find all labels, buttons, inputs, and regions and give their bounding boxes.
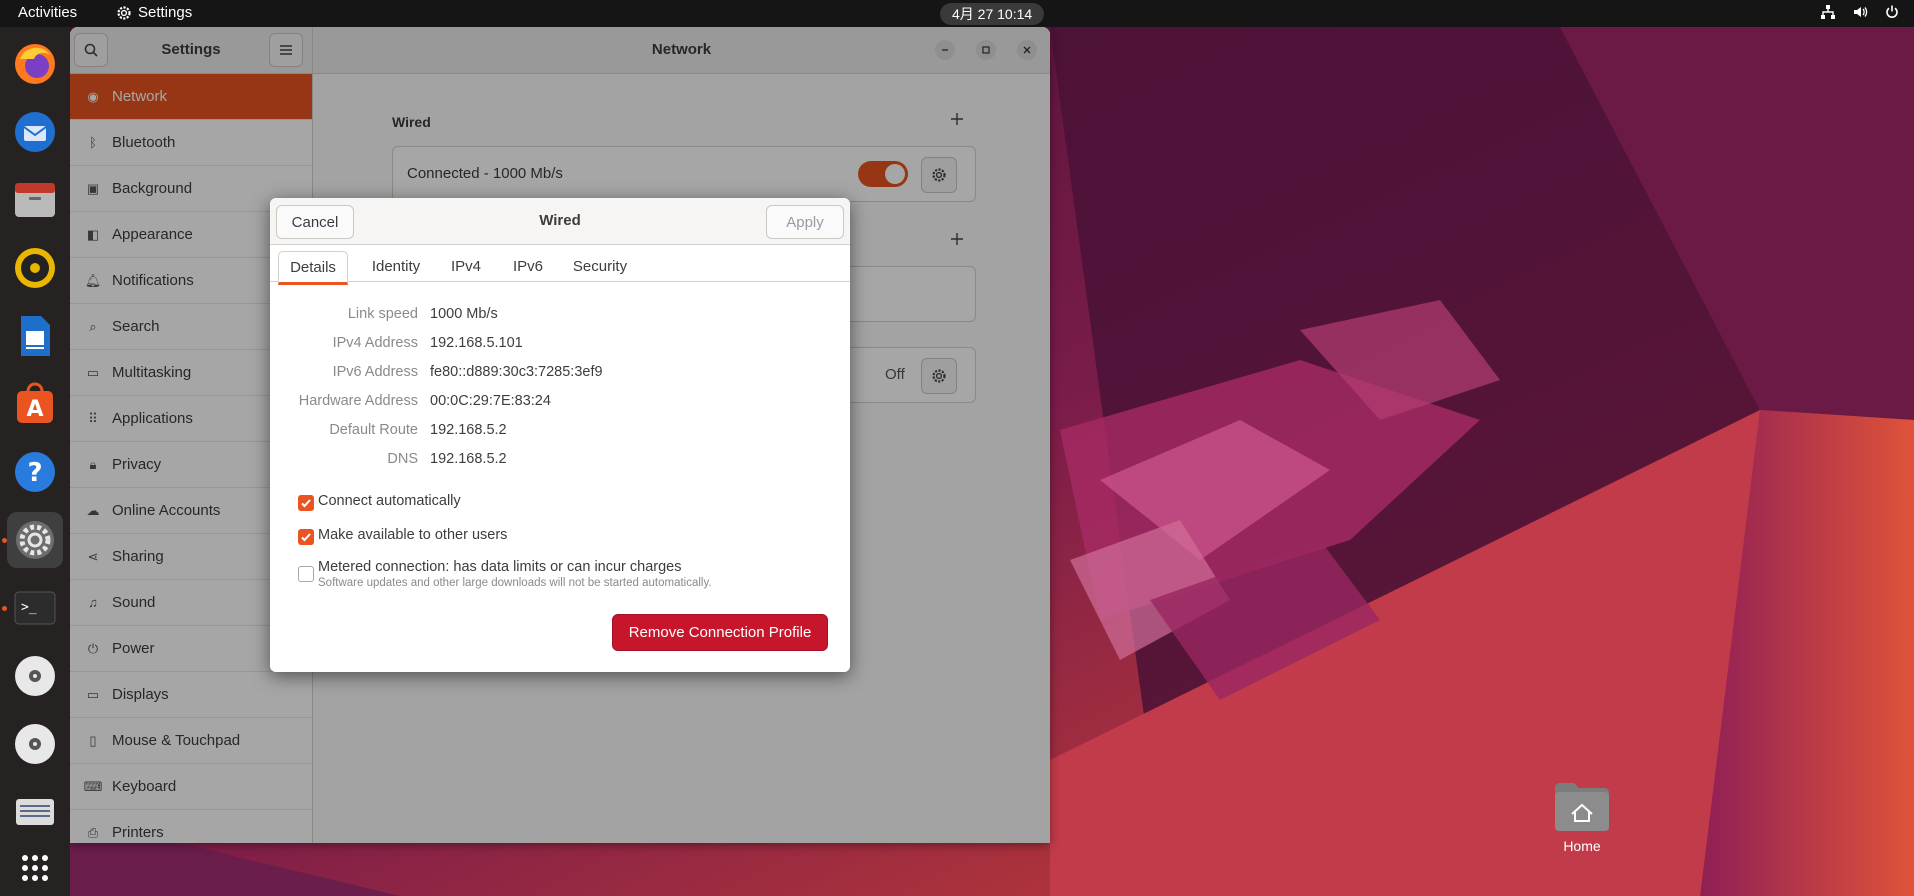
dialog-header: Cancel Wired Apply <box>270 198 850 245</box>
files-icon[interactable] <box>7 172 63 228</box>
detail-key: Default Route <box>329 422 418 438</box>
gear-icon <box>117 5 131 20</box>
disc-icon[interactable] <box>7 716 63 772</box>
connect-automatically-label[interactable]: Connect automatically <box>318 493 461 509</box>
detail-key: DNS <box>387 451 418 467</box>
detail-value: 00:0C:29:7E:83:24 <box>430 393 551 409</box>
make-available-label[interactable]: Make available to other users <box>318 527 507 543</box>
writer-icon[interactable] <box>7 308 63 364</box>
metered-checkbox[interactable] <box>298 566 314 582</box>
metered-label[interactable]: Metered connection: has data limits or c… <box>318 559 682 575</box>
drive-icon[interactable] <box>7 784 63 840</box>
dialog-tabs: Details Identity IPv4 IPv6 Security <box>270 245 850 285</box>
activities-button[interactable]: Activities <box>18 4 77 21</box>
detail-key: Link speed <box>347 306 418 322</box>
clock[interactable]: 4月 27 10:14 <box>940 3 1045 25</box>
detail-value: 192.168.5.101 <box>430 335 523 351</box>
connect-automatically-checkbox[interactable] <box>298 495 314 511</box>
svg-text:?: ? <box>27 458 42 488</box>
detail-value: 1000 Mb/s <box>430 306 498 322</box>
app-grid-icon[interactable] <box>7 840 63 896</box>
apply-button[interactable]: Apply <box>766 205 844 239</box>
app-name: Settings <box>138 4 193 21</box>
remove-connection-profile-button[interactable]: Remove Connection Profile <box>612 614 828 651</box>
detail-key: Hardware Address <box>298 393 418 409</box>
detail-dns: DNS 192.168.5.2 <box>270 451 850 471</box>
make-available-checkbox[interactable] <box>298 529 314 545</box>
detail-ipv6: IPv6 Address fe80::d889:30c3:7285:3ef9 <box>270 364 850 384</box>
disc-icon[interactable] <box>7 648 63 704</box>
running-indicator <box>2 538 7 543</box>
firefox-icon[interactable] <box>7 36 63 92</box>
detail-value: 192.168.5.2 <box>430 422 507 438</box>
detail-default-route: Default Route 192.168.5.2 <box>270 422 850 442</box>
volume-icon <box>1854 7 1868 17</box>
wired-dialog: Cancel Wired Apply Details Identity IPv4… <box>270 198 850 672</box>
software-icon[interactable]: A <box>7 376 63 432</box>
tab-ipv4[interactable]: IPv4 <box>442 251 490 281</box>
detail-hardware-address: Hardware Address 00:0C:29:7E:83:24 <box>270 393 850 413</box>
tab-details[interactable]: Details <box>278 251 348 285</box>
svg-text:>_: >_ <box>21 600 37 615</box>
detail-key: IPv4 Address <box>332 335 418 351</box>
top-bar: Activities Settings 4月 27 10:14 <box>0 0 1914 27</box>
svg-text:A: A <box>26 397 43 422</box>
system-tray[interactable] <box>1820 4 1900 20</box>
desktop-home-icon[interactable]: Home <box>1548 780 1616 854</box>
help-icon[interactable]: ? <box>7 444 63 500</box>
settings-icon[interactable] <box>7 512 63 568</box>
tab-identity[interactable]: Identity <box>360 251 432 281</box>
detail-ipv4: IPv4 Address 192.168.5.101 <box>270 335 850 355</box>
tab-ipv6[interactable]: IPv6 <box>504 251 552 281</box>
home-folder-icon <box>1555 783 1609 831</box>
app-menu[interactable]: Settings <box>116 4 192 21</box>
detail-value: fe80::d889:30c3:7285:3ef9 <box>430 364 603 380</box>
detail-key: IPv6 Address <box>332 364 418 380</box>
thunderbird-icon[interactable] <box>7 104 63 160</box>
network-icon <box>1821 5 1835 19</box>
terminal-icon[interactable]: >_ <box>7 580 63 636</box>
power-icon <box>1886 5 1898 18</box>
running-indicator <box>2 606 7 611</box>
detail-link-speed: Link speed 1000 Mb/s <box>270 306 850 326</box>
metered-description: Software updates and other large downloa… <box>318 577 712 589</box>
rhythmbox-icon[interactable] <box>7 240 63 296</box>
dock: A ? >_ <box>0 27 70 896</box>
dialog-title: Wired <box>539 212 581 229</box>
checkmark-icon <box>301 499 311 508</box>
detail-value: 192.168.5.2 <box>430 451 507 467</box>
checkmark-icon <box>301 533 311 542</box>
tab-security[interactable]: Security <box>566 251 634 281</box>
desktop-home-label: Home <box>1563 838 1601 854</box>
